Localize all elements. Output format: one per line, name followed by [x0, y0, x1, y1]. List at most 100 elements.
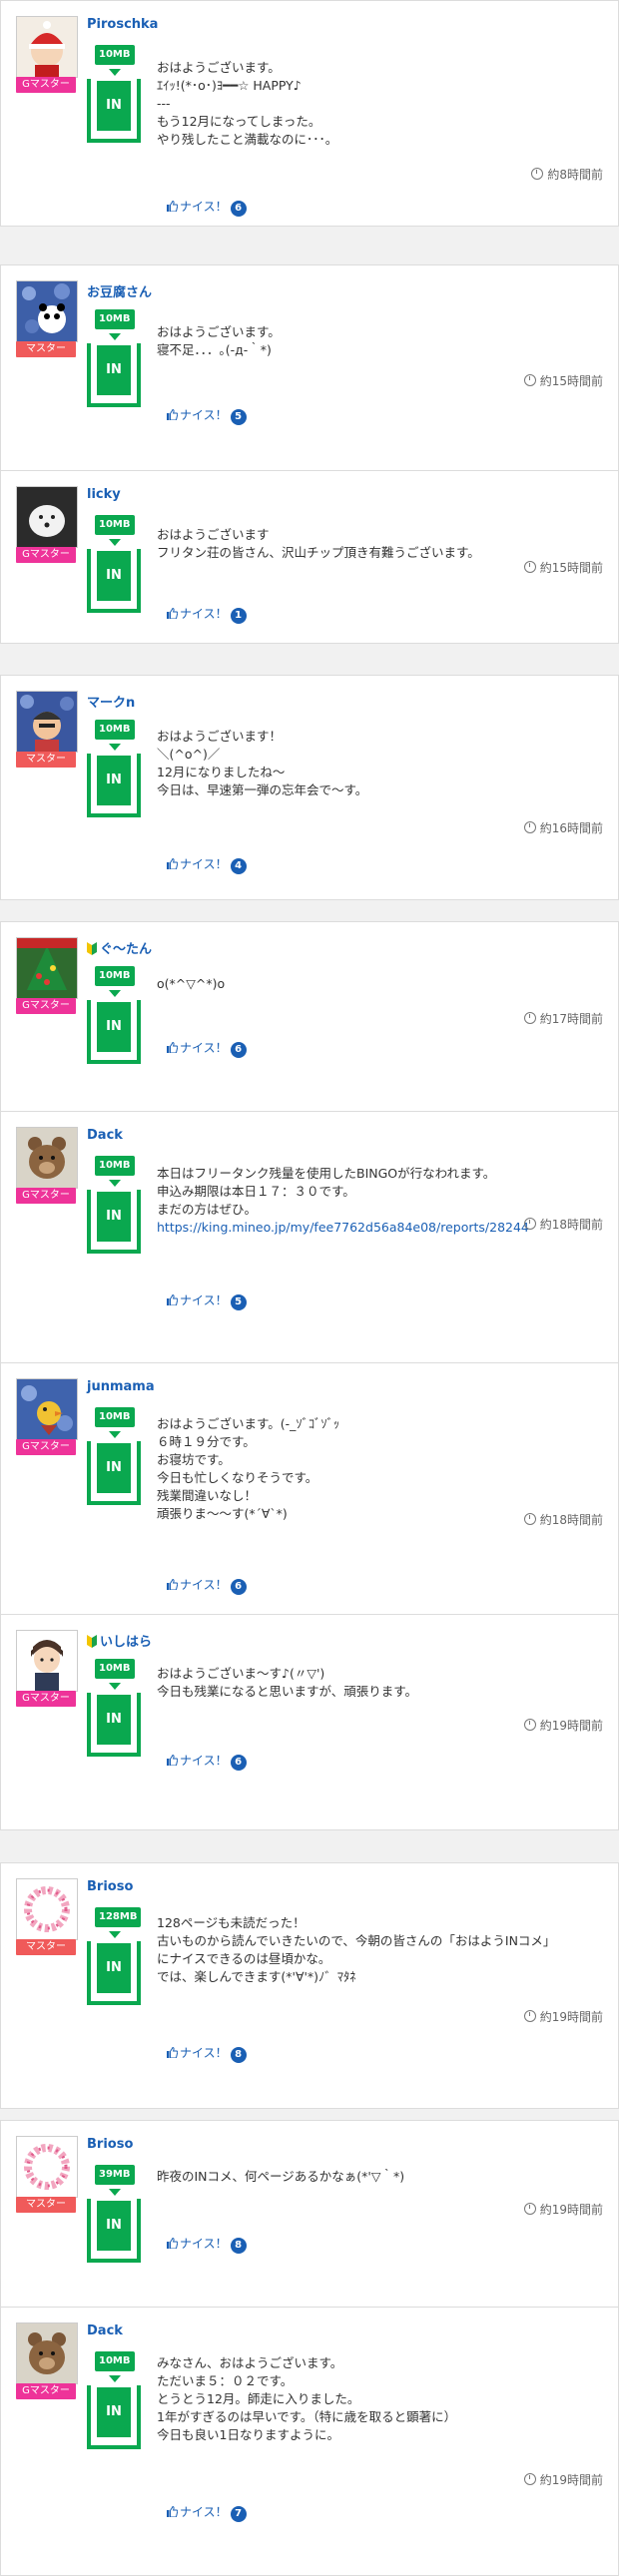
in-box: IN: [87, 2385, 141, 2449]
nice-label: ナイス！: [180, 200, 228, 214]
message-line: とうとう12月。師走に入りました。: [157, 2391, 360, 2406]
message-line: フリタン荘の皆さん、沢山チップ頂き有難うございます。: [157, 545, 480, 560]
message-line: 本日はフリータンク残量を使用したBINGOが行なわれます。: [157, 1166, 496, 1181]
nice-count: 6: [230, 1755, 247, 1771]
clock-icon: [523, 1218, 536, 1230]
down-arrow-icon: [109, 333, 121, 340]
rank-badge: Gマスター: [16, 1691, 76, 1707]
rank-badge: Gマスター: [16, 2383, 76, 2399]
timestamp-text: 約15時間前: [539, 561, 603, 575]
avatar[interactable]: [16, 280, 78, 342]
timestamp-text: 約16時間前: [539, 821, 603, 835]
data-amount-tag: 10MB: [95, 309, 135, 329]
message-line: おはようございます！: [157, 729, 283, 744]
username-link[interactable]: Brioso: [87, 1879, 133, 1894]
data-amount-tag: 10MB: [95, 515, 135, 535]
message-body: おはようございます！ ＼(^o^)／ 12月になりましたね〜 今日は、早速第一弾の忘年…: [157, 728, 367, 799]
thumbs-up-icon: [167, 608, 178, 619]
message-line: お寝坊です。: [157, 1452, 231, 1467]
nice-label: ナイス！: [180, 2505, 228, 2519]
nice-button[interactable]: ナイス！ 6: [167, 1576, 247, 1595]
nice-button[interactable]: ナイス！ 6: [167, 198, 247, 217]
nice-count: 6: [230, 1579, 247, 1595]
username-link[interactable]: Brioso: [87, 2137, 133, 2152]
username: Dack: [87, 2323, 123, 2338]
message-line: やり残したこと満載なのに･･･。: [157, 132, 338, 147]
nice-button[interactable]: ナイス！ 1: [167, 605, 247, 624]
username: Dack: [87, 1128, 123, 1143]
timestamp: 約19時間前: [523, 2008, 603, 2025]
down-arrow-icon: [109, 2375, 121, 2382]
in-box: IN: [87, 1441, 141, 1505]
timestamp-text: 約8時間前: [547, 168, 603, 182]
username-link[interactable]: junmama: [87, 1379, 155, 1394]
thumbs-up-icon: [167, 1294, 178, 1305]
avatar[interactable]: [16, 1630, 78, 1692]
in-box: IN: [87, 754, 141, 817]
post-card: Gマスター ぐ〜たん 10MB IN o(*^▽^*)o 約17時間前 ナイス！ 6: [0, 921, 619, 1134]
username-link[interactable]: Dack: [87, 2323, 123, 2338]
nice-count: 6: [230, 201, 247, 217]
avatar[interactable]: [16, 16, 78, 78]
nice-button[interactable]: ナイス！ 6: [167, 1039, 247, 1058]
message-line: もう12月になってしまった。: [157, 114, 321, 129]
nice-button[interactable]: ナイス！ 6: [167, 1752, 247, 1771]
timestamp: 約15時間前: [523, 559, 603, 576]
nice-label: ナイス！: [180, 2237, 228, 2251]
data-amount-tag: 39MB: [95, 2165, 135, 2185]
avatar[interactable]: [16, 2322, 78, 2384]
beginner-mark-icon: [87, 942, 97, 955]
avatar[interactable]: [16, 1127, 78, 1189]
nice-button[interactable]: ナイス！ 4: [167, 855, 247, 874]
rank-badge: Gマスター: [16, 77, 76, 93]
timestamp: 約16時間前: [523, 819, 603, 836]
message-line: o(*^▽^*)o: [157, 976, 226, 991]
in-label: IN: [97, 2201, 131, 2251]
nice-count: 1: [230, 608, 247, 624]
avatar[interactable]: [16, 937, 78, 999]
username-link[interactable]: いしはら: [87, 1631, 152, 1650]
nice-button[interactable]: ナイス！ 8: [167, 2044, 247, 2063]
message-body: 昨夜のINコメ、何ページあるかなぁ(*'▽｀*): [157, 2168, 404, 2186]
down-arrow-icon: [109, 1431, 121, 1438]
message-link[interactable]: https://king.mineo.jp/my/fee7762d56a84e0…: [157, 1219, 529, 1237]
nice-button[interactable]: ナイス！ 8: [167, 2235, 247, 2254]
down-arrow-icon: [109, 744, 121, 751]
message-line: ただいま５：０２です。: [157, 2373, 294, 2388]
username-link[interactable]: Piroschka: [87, 17, 158, 32]
nice-label: ナイス！: [180, 1293, 228, 1307]
timestamp-text: 約19時間前: [539, 2203, 603, 2217]
avatar[interactable]: [16, 1378, 78, 1440]
in-box: IN: [87, 79, 141, 143]
avatar[interactable]: [16, 486, 78, 548]
avatar[interactable]: [16, 1878, 78, 1940]
username-link[interactable]: licky: [87, 487, 121, 502]
nice-count: 5: [230, 1294, 247, 1310]
clock-icon: [523, 821, 536, 833]
data-amount-tag: 10MB: [95, 1659, 135, 1679]
username-link[interactable]: マークn: [87, 692, 135, 711]
message-line: 今日も良い1日なりますように。: [157, 2427, 339, 2442]
nice-label: ナイス！: [180, 1754, 228, 1768]
in-box: IN: [87, 1941, 141, 2005]
thumbs-up-icon: [167, 409, 178, 420]
nice-count: 4: [230, 858, 247, 874]
message-line: 128ページも未読だった！: [157, 1915, 306, 1930]
avatar[interactable]: [16, 2136, 78, 2198]
post-card: マスター マークn 10MB IN おはようございます！ ＼(^o^)／ 12月になりました…: [0, 675, 619, 900]
username-link[interactable]: お豆腐さん: [87, 281, 152, 300]
data-amount-tag: 10MB: [95, 720, 135, 740]
username-link[interactable]: ぐ〜たん: [87, 938, 152, 957]
username-link[interactable]: Dack: [87, 1128, 123, 1143]
nice-button[interactable]: ナイス！ 7: [167, 2503, 247, 2522]
avatar[interactable]: [16, 691, 78, 753]
in-label: IN: [97, 1695, 131, 1745]
nice-button[interactable]: ナイス！ 5: [167, 1291, 247, 1310]
nice-label: ナイス！: [180, 607, 228, 621]
nice-button[interactable]: ナイス！ 5: [167, 406, 247, 425]
data-amount-tag: 10MB: [95, 966, 135, 986]
message-body: 128ページも未読だった！ 古いものから読んでいきたいので、今朝の皆さんの「おはよ…: [157, 1914, 555, 1986]
down-arrow-icon: [109, 2189, 121, 2196]
message-line: おはようございます。(-_ｿﾞｺﾞｿﾞｯ: [157, 1416, 340, 1431]
thumbs-up-icon: [167, 1042, 178, 1053]
